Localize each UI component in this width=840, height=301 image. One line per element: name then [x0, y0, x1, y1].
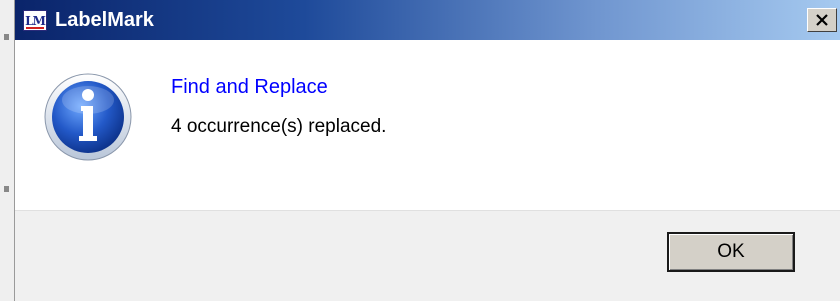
ok-button[interactable]: OK [667, 232, 795, 272]
screen: LM LabelMark Find and Replace 4 occurren… [0, 0, 840, 301]
background-window-edge [0, 0, 15, 301]
window-title: LabelMark [55, 9, 154, 31]
title-bar[interactable]: LM LabelMark [15, 0, 840, 40]
close-icon [816, 14, 828, 26]
background-mark [4, 34, 9, 40]
info-icon [44, 73, 132, 161]
dialog-heading: Find and Replace [171, 76, 328, 98]
close-button[interactable] [807, 8, 837, 32]
app-logo-icon: LM [23, 10, 47, 31]
dialog-message: 4 occurrence(s) replaced. [171, 116, 387, 137]
app-logo-underline [26, 27, 44, 29]
background-mark [4, 186, 9, 192]
app-logo-text: LM [25, 13, 46, 28]
